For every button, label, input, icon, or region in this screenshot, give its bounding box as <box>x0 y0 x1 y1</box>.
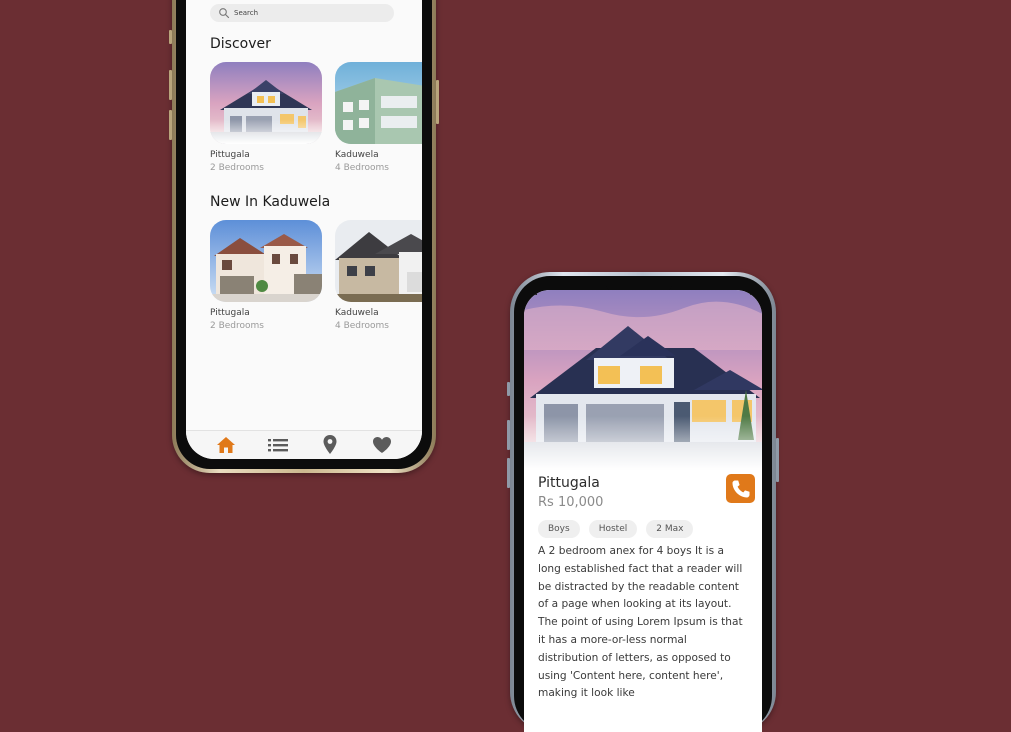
home-phone-bezel: Search Discover Pittugala 2 Bedrooms Kad… <box>176 0 432 469</box>
volume-down-button <box>169 110 172 140</box>
detail-screen: Pittugala Rs 10,000 Boys Hostel 2 Max A … <box>524 290 762 732</box>
mute-switch <box>507 382 510 396</box>
location-pin-icon <box>323 435 337 454</box>
call-button[interactable] <box>726 474 755 503</box>
property-description: A 2 bedroom anex for 4 boys It is a long… <box>538 545 743 700</box>
home-phone-frame: Search Discover Pittugala 2 Bedrooms Kad… <box>169 0 439 473</box>
property-image <box>210 220 322 302</box>
property-card[interactable]: Kaduwela 4 Bedrooms <box>335 220 422 331</box>
section-title-discover: Discover <box>210 36 271 52</box>
search-placeholder: Search <box>234 9 259 17</box>
tag-chip: 2 Max <box>646 520 694 538</box>
search-icon <box>219 8 230 19</box>
home-screen: Search Discover Pittugala 2 Bedrooms Kad… <box>186 0 422 459</box>
tag-chip: Hostel <box>588 520 638 538</box>
volume-up-button <box>169 70 172 100</box>
property-card[interactable]: Pittugala 2 Bedrooms <box>210 62 322 173</box>
property-name: Kaduwela <box>335 150 379 160</box>
nav-location-button[interactable] <box>320 435 340 455</box>
property-price: Rs 10,000 <box>538 495 604 510</box>
property-name: Pittugala <box>210 308 250 318</box>
bottom-nav <box>186 430 422 459</box>
property-hero-image <box>524 290 762 470</box>
property-bedrooms: 2 Bedrooms <box>210 321 264 331</box>
search-input[interactable]: Search <box>210 4 394 22</box>
phone-icon <box>732 480 749 497</box>
nav-home-button[interactable] <box>216 435 236 455</box>
detail-phone-frame: Pittugala Rs 10,000 Boys Hostel 2 Max A … <box>507 272 779 732</box>
property-card[interactable]: Pittugala 2 Bedrooms <box>210 220 322 331</box>
mute-switch <box>169 30 172 44</box>
volume-down-button <box>507 458 510 488</box>
list-icon <box>268 439 288 452</box>
property-name: Pittugala <box>210 150 250 160</box>
power-button <box>436 80 439 124</box>
home-icon <box>217 437 235 453</box>
section-title-new-in-kaduwela: New In Kaduwela <box>210 194 331 210</box>
property-bedrooms: 2 Bedrooms <box>210 163 264 173</box>
nav-favorites-button[interactable] <box>372 435 392 455</box>
heart-icon <box>373 437 391 453</box>
property-image <box>210 62 322 144</box>
tag-chip: Boys <box>538 520 580 538</box>
tag-list: Boys Hostel 2 Max <box>538 520 694 538</box>
property-image <box>335 220 422 302</box>
power-button <box>776 438 779 482</box>
nav-list-button[interactable] <box>268 435 288 455</box>
property-title: Pittugala <box>538 475 600 491</box>
volume-up-button <box>507 420 510 450</box>
property-card[interactable]: Kaduwela 4 Bedrooms <box>335 62 422 173</box>
property-bedrooms: 4 Bedrooms <box>335 163 389 173</box>
detail-phone-bezel: Pittugala Rs 10,000 Boys Hostel 2 Max A … <box>514 276 772 732</box>
property-image <box>335 62 422 144</box>
property-bedrooms: 4 Bedrooms <box>335 321 389 331</box>
property-name: Kaduwela <box>335 308 379 318</box>
